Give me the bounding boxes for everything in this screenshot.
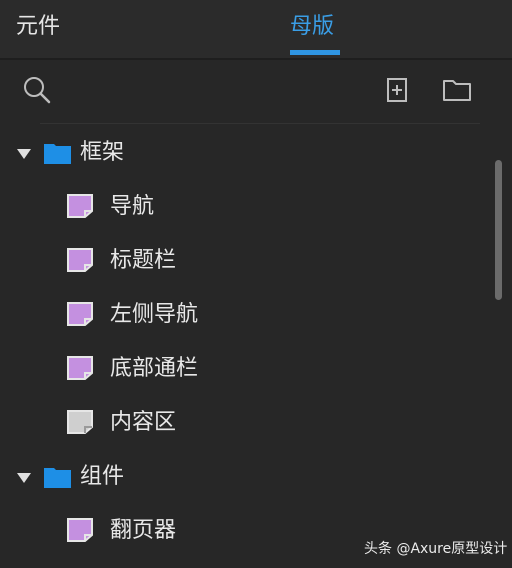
folder-icon <box>44 144 71 164</box>
tree-folder-components[interactable]: 组件 <box>0 450 490 504</box>
page-icon <box>67 410 93 434</box>
active-tab-indicator <box>290 50 340 55</box>
tree-folder-framework[interactable]: 框架 <box>0 126 490 180</box>
add-page-icon[interactable] <box>385 77 409 103</box>
tab-bar: 元件 母版 <box>0 0 512 58</box>
tree-item-label: 组件 <box>80 464 125 489</box>
tree-item-bottom-bar[interactable]: 底部通栏 <box>0 342 490 396</box>
tree-item-label: 导航 <box>110 194 155 219</box>
scrollbar-thumb[interactable] <box>495 160 502 300</box>
divider <box>40 123 480 124</box>
master-page-icon <box>67 518 93 542</box>
tree-item-label: 底部通栏 <box>110 356 199 381</box>
tree-item-label: 标题栏 <box>110 248 177 273</box>
tree-item-content-area[interactable]: 内容区 <box>0 396 490 450</box>
tab-components[interactable]: 元件 <box>16 12 60 42</box>
watermark: 头条 @Axure原型设计 <box>364 541 508 557</box>
master-page-icon <box>67 356 93 380</box>
master-page-icon <box>67 302 93 326</box>
master-page-icon <box>67 194 93 218</box>
tree-item-label: 左侧导航 <box>110 302 199 327</box>
search-icon[interactable] <box>22 75 52 105</box>
master-page-icon <box>67 248 93 272</box>
tree-item-navigation[interactable]: 导航 <box>0 180 490 234</box>
caret-down-icon[interactable] <box>17 473 31 483</box>
tree-item-label: 翻页器 <box>110 518 177 543</box>
tree-item-title-bar[interactable]: 标题栏 <box>0 234 490 288</box>
tree-item-label: 框架 <box>80 140 125 165</box>
caret-down-icon[interactable] <box>17 149 31 159</box>
folder-icon <box>44 468 71 488</box>
tree-item-label: 内容区 <box>110 410 177 435</box>
tree-item-left-nav[interactable]: 左侧导航 <box>0 288 490 342</box>
add-folder-icon[interactable] <box>442 78 472 102</box>
tab-masters[interactable]: 母版 <box>290 12 334 42</box>
toolbar <box>0 60 512 120</box>
